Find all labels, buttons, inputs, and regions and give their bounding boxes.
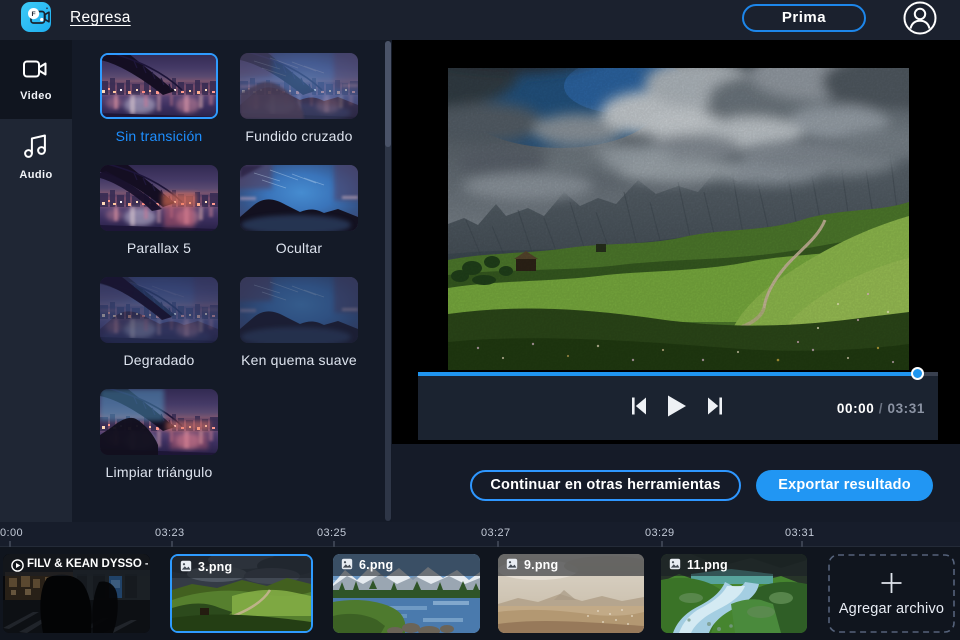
svg-text:F: F <box>32 11 36 18</box>
